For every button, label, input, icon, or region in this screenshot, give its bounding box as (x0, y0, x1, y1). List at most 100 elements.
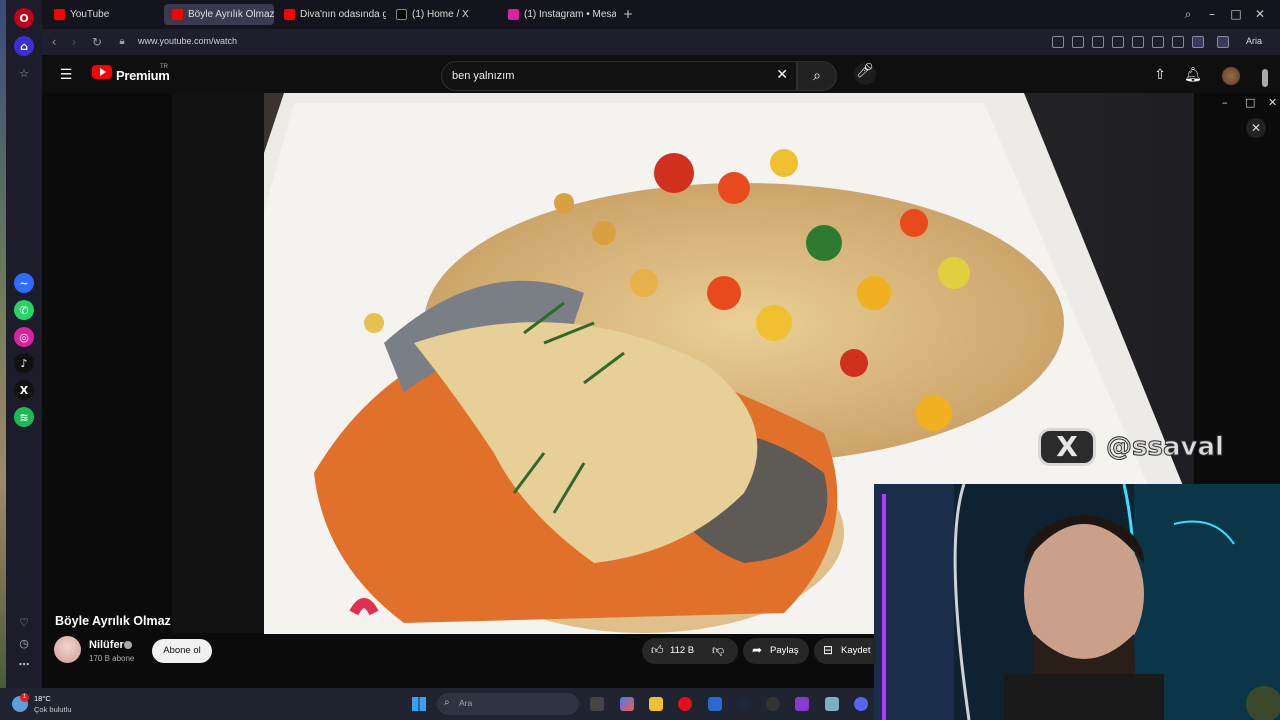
tab-search-icon[interactable]: ⌕ (1180, 6, 1196, 22)
maximize-icon[interactable]: □ (1245, 96, 1255, 109)
bookmark-star-icon[interactable]: ☆ (14, 63, 34, 83)
tab-bar: YouTube Böyle Ayrılık Olmaz - Diva'nın o… (42, 0, 1280, 29)
tab-youtube[interactable]: YouTube (46, 4, 162, 25)
hamburger-menu-icon[interactable]: ☰ (58, 67, 74, 83)
browser-sidebar: O ⌂ ☆ ~ ✆ ◎ ♪ X ≋ ♡ ◷ ⋯ (0, 0, 42, 688)
save-button[interactable]: ⊟ Kaydet (814, 638, 876, 664)
discord-icon[interactable] (854, 697, 868, 711)
store-icon[interactable] (708, 697, 722, 711)
save-label: Kaydet (841, 645, 871, 656)
tab-diva[interactable]: Diva'nın odasında gizli çi (276, 4, 386, 25)
watermark-handle: @ssaval (1106, 432, 1225, 463)
home-icon[interactable]: ⌂ (14, 36, 34, 56)
youtube-logo-icon[interactable] (92, 65, 112, 79)
messenger-icon[interactable]: ~ (14, 273, 34, 293)
instagram-icon[interactable]: ◎ (14, 327, 34, 347)
search-placeholder: Ara (459, 698, 473, 708)
watermark: X @ssaval (1038, 428, 1250, 468)
lightbox-close-button[interactable]: ✕ (1246, 118, 1266, 138)
history-clock-icon[interactable]: ◷ (14, 633, 34, 653)
bookmark-icon: ⊟ (823, 643, 834, 657)
tab-x-home[interactable]: (1) Home / X (388, 4, 498, 25)
search-icon: ⌕ (444, 697, 450, 708)
verified-badge-icon (124, 641, 132, 649)
minimize-icon[interactable]: – (1204, 6, 1220, 22)
opera-icon[interactable] (678, 697, 692, 711)
heart-icon[interactable]: ♡ (14, 612, 34, 632)
task-view-icon[interactable] (590, 697, 604, 711)
tab-label: Böyle Ayrılık Olmaz - (188, 9, 274, 20)
share-label: Paylaş (770, 645, 799, 656)
close-window-icon[interactable]: ✕ (1252, 6, 1268, 22)
copilot-icon[interactable] (620, 697, 634, 711)
spotify-icon[interactable]: ≋ (14, 407, 34, 427)
app-icon[interactable] (795, 697, 809, 711)
like-count[interactable]: 112 B (670, 645, 694, 656)
maximize-icon[interactable]: □ (1228, 6, 1244, 22)
taskbar-search-input[interactable]: ⌕ Ara (437, 693, 579, 715)
app-icon[interactable] (825, 697, 839, 711)
share-button[interactable]: ➦ Paylaş (743, 638, 809, 664)
obs-icon[interactable] (766, 697, 780, 711)
premium-logo-text[interactable]: Premium (116, 68, 170, 83)
youtube-icon (172, 9, 183, 20)
whatsapp-icon[interactable]: ✆ (14, 300, 34, 320)
x-icon[interactable]: X (14, 380, 34, 400)
back-icon[interactable]: ‹ (46, 34, 62, 50)
search-button[interactable]: ⌕ (797, 61, 837, 91)
close-icon[interactable]: ✕ (1268, 96, 1277, 109)
like-icon[interactable]: 👍︎ (651, 643, 664, 658)
notifications-bell-icon[interactable]: 🔔︎ (1184, 67, 1202, 83)
tab-label: (1) Home / X (412, 9, 469, 20)
lock-icon: 🔒︎ (119, 36, 125, 47)
subscribe-button[interactable]: Abone ol (152, 639, 212, 663)
channel-name[interactable]: Nilüfer (89, 639, 124, 651)
opera-logo-icon[interactable]: O (14, 8, 34, 28)
voice-search-mic-icon[interactable]: 🎤︎ (854, 63, 876, 85)
windows-taskbar: 1 18°C Çok bulutlu ⌕ Ara (0, 688, 874, 720)
play-icon[interactable] (1112, 36, 1124, 48)
extension-edit-icon[interactable] (1052, 36, 1064, 48)
address-bar: ‹ › ↻ 🔒︎ www.youtube.com/watch Aria (42, 29, 1280, 55)
steam-icon[interactable] (737, 697, 751, 711)
url-field[interactable]: www.youtube.com/watch (138, 36, 237, 46)
youtube-header: ☰ Premium TR ben yalnızım ✕ ⌕ 🎤︎ ⇧ 🔔︎ (42, 55, 1280, 93)
x-icon (396, 9, 407, 20)
notification-badge: 1 (20, 693, 29, 702)
download-icon[interactable] (1152, 36, 1164, 48)
shield-icon[interactable] (1092, 36, 1104, 48)
more-icon[interactable]: ⋯ (14, 654, 34, 674)
camera-icon[interactable] (1072, 36, 1084, 48)
new-tab-plus-icon[interactable]: + (620, 6, 636, 22)
dislike-icon[interactable]: 👎︎ (712, 643, 724, 658)
like-dislike-group: 👍︎ 112 B 👎︎ (642, 638, 738, 664)
cube-icon[interactable] (1217, 36, 1229, 48)
webcam-feed (874, 484, 1280, 720)
search-query-text: ben yalnızım (452, 70, 515, 82)
subscriber-count: 170 B abone (89, 654, 135, 663)
clear-search-icon[interactable]: ✕ (776, 67, 788, 83)
windows-start-icon[interactable] (412, 697, 426, 711)
search-input[interactable]: ben yalnızım ✕ (441, 61, 797, 91)
forward-icon[interactable]: › (66, 34, 82, 50)
scrollbar-thumb[interactable] (1262, 69, 1268, 87)
desktop-wallpaper-strip (0, 0, 6, 688)
channel-avatar[interactable] (54, 636, 81, 663)
reload-icon[interactable]: ↻ (89, 34, 105, 50)
file-explorer-icon[interactable] (649, 697, 663, 711)
weather-description: Çok bulutlu (34, 705, 72, 714)
tab-instagram[interactable]: (1) Instagram • Mesajlar (500, 4, 616, 25)
instagram-icon (508, 9, 519, 20)
heart-outline-icon[interactable] (1132, 36, 1144, 48)
menu-list-icon[interactable] (1172, 36, 1184, 48)
tab-video[interactable]: Böyle Ayrılık Olmaz - (164, 4, 274, 25)
upload-icon[interactable]: ⇧ (1152, 67, 1168, 83)
aria-button[interactable]: Aria (1246, 36, 1262, 46)
avatar[interactable] (1222, 67, 1240, 85)
weather-temperature: 18°C (34, 694, 51, 703)
minimize-icon[interactable]: – (1222, 96, 1228, 109)
profile-icon[interactable] (1192, 36, 1204, 48)
tiktok-icon[interactable]: ♪ (14, 353, 34, 373)
youtube-icon (284, 9, 295, 20)
youtube-icon (54, 9, 65, 20)
